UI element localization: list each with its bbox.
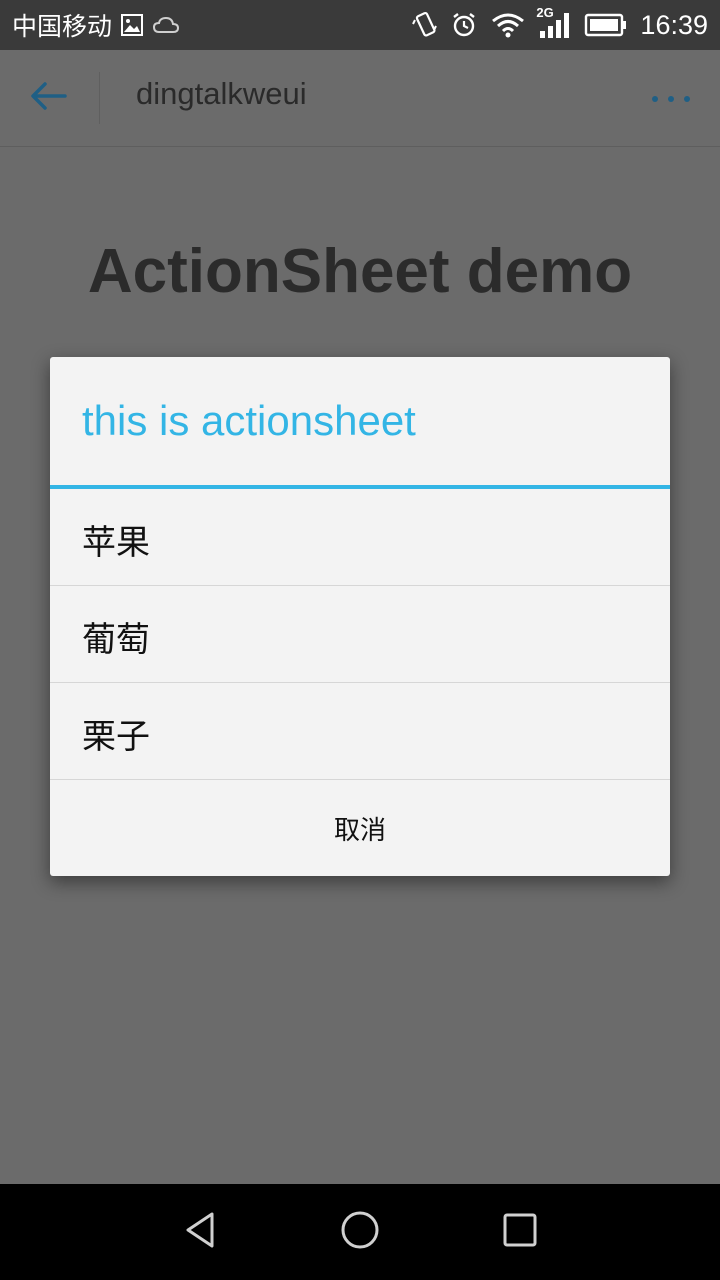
- nav-recents-button[interactable]: [496, 1208, 544, 1256]
- nav-home-button[interactable]: [336, 1208, 384, 1256]
- wifi-icon: [490, 11, 526, 39]
- back-triangle-icon: [180, 1210, 220, 1254]
- image-icon: [120, 13, 144, 37]
- action-sheet-item-grape[interactable]: 葡萄: [50, 586, 670, 683]
- carrier-name: 中国移动: [12, 12, 113, 41]
- status-left: 中国移动: [12, 0, 180, 50]
- back-arrow-icon: [29, 80, 69, 116]
- cancel-label: 取消: [333, 816, 386, 846]
- header-title: dingtalkweui: [136, 76, 307, 111]
- app-header: dingtalkweui: [0, 50, 720, 147]
- action-item-label: 栗子: [82, 717, 150, 757]
- signal-icon: 2G: [536, 5, 572, 39]
- alarm-icon: [450, 11, 478, 39]
- cancel-button[interactable]: 取消: [50, 781, 670, 876]
- more-dots-icon: [651, 89, 691, 108]
- action-sheet-item-apple[interactable]: 苹果: [50, 489, 670, 586]
- action-sheet: this is actionsheet 苹果 葡萄 栗子 取消: [50, 357, 670, 876]
- network-type-label: 2G: [536, 5, 554, 20]
- status-right: 2G 16:39: [412, 0, 708, 50]
- header-divider: [99, 72, 100, 124]
- navigation-bar: [0, 1184, 720, 1280]
- page-heading: ActionSheet demo: [87, 237, 633, 306]
- vibrate-icon: [412, 11, 438, 39]
- status-bar: 中国移动 2G 16:39: [0, 0, 720, 50]
- action-sheet-item-chestnut[interactable]: 栗子: [50, 683, 670, 780]
- action-item-label: 苹果: [82, 523, 150, 563]
- cloud-icon: [152, 14, 180, 36]
- screen: 中国移动 2G 16:39 dingtalkweui ActionSheet d…: [0, 0, 720, 1280]
- nav-back-button[interactable]: [176, 1208, 224, 1256]
- home-circle-icon: [339, 1209, 381, 1255]
- action-item-label: 葡萄: [82, 620, 150, 660]
- more-button[interactable]: [644, 80, 698, 116]
- battery-icon: [584, 12, 628, 38]
- clock: 16:39: [640, 9, 708, 40]
- back-button[interactable]: [22, 74, 76, 122]
- recents-square-icon: [500, 1210, 540, 1254]
- action-sheet-title: this is actionsheet: [82, 397, 416, 444]
